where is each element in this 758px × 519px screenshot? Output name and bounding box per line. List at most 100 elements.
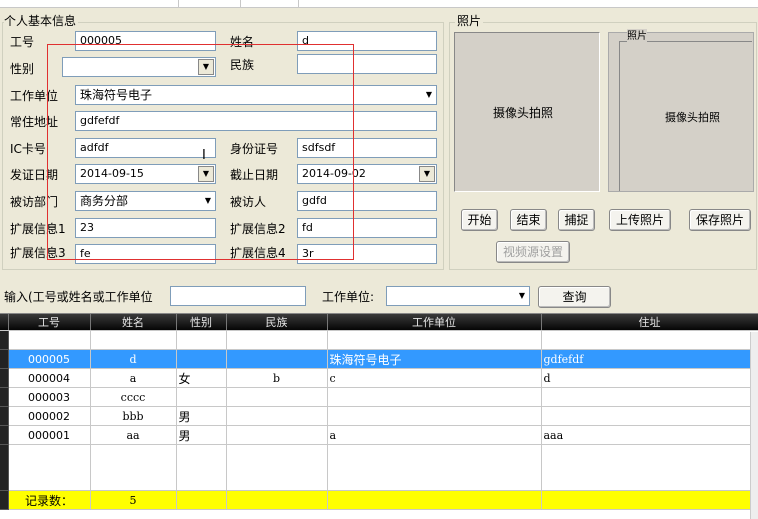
table-cell[interactable] <box>541 387 758 407</box>
info-group-title: 个人基本信息 <box>4 13 79 29</box>
record-count-value: 5 <box>90 490 177 510</box>
table-row-blank[interactable] <box>0 330 758 350</box>
vertical-scrollbar[interactable] <box>750 332 758 519</box>
save-photo-button[interactable]: 保存照片 <box>689 209 751 231</box>
row-header <box>0 490 9 510</box>
table-cell[interactable]: a <box>90 368 177 388</box>
table-cell <box>327 490 542 510</box>
table-cell[interactable] <box>541 330 758 350</box>
table-cell[interactable]: a <box>327 425 542 445</box>
table-cell[interactable] <box>176 330 227 350</box>
table-cell[interactable]: bbb <box>90 406 177 426</box>
row-header[interactable] <box>0 330 9 350</box>
table-header-row: 工号 姓名 性别 民族 工作单位 住址 <box>0 314 758 331</box>
capture-button[interactable]: 捕捉 <box>558 209 595 231</box>
annotation-box <box>47 44 354 260</box>
row-header <box>0 444 9 491</box>
row-header[interactable] <box>0 406 9 426</box>
column-header-name[interactable]: 姓名 <box>90 314 177 331</box>
table-cell[interactable]: aaa <box>541 425 758 445</box>
table-row[interactable]: 000002 bbb 男 <box>0 406 758 426</box>
table-cell[interactable]: b <box>226 368 328 388</box>
column-header-gender[interactable]: 性别 <box>176 314 227 331</box>
table-row[interactable]: 000003 cccc <box>0 387 758 407</box>
query-button[interactable]: 查询 <box>538 286 611 308</box>
column-header-workplace[interactable]: 工作单位 <box>327 314 542 331</box>
top-strip-divider <box>298 0 299 8</box>
column-header-ethnicity[interactable]: 民族 <box>226 314 328 331</box>
gender-label: 性别 <box>10 62 35 76</box>
table-cell[interactable] <box>90 330 177 350</box>
table-cell[interactable] <box>8 330 91 350</box>
table-cell <box>176 444 227 491</box>
column-header-emp-id[interactable]: 工号 <box>8 314 91 331</box>
upload-photo-button[interactable]: 上传照片 <box>609 209 671 231</box>
chevron-down-icon[interactable]: ▼ <box>519 287 525 305</box>
table-cell[interactable] <box>226 387 328 407</box>
table-cell[interactable] <box>176 387 227 407</box>
search-input[interactable] <box>170 286 306 306</box>
table-cell[interactable]: 男 <box>176 425 227 445</box>
top-strip-divider <box>240 0 241 8</box>
camera-view-label: 摄像头拍照 <box>493 106 554 120</box>
table-cell[interactable]: c <box>327 368 542 388</box>
stop-button[interactable]: 结束 <box>510 209 547 231</box>
table-cell[interactable]: gdfefdf <box>541 349 758 369</box>
table-cell[interactable]: cccc <box>90 387 177 407</box>
video-source-button[interactable]: 视频源设置 <box>496 241 570 263</box>
row-header[interactable] <box>0 368 9 388</box>
table-cell[interactable]: 000002 <box>8 406 91 426</box>
table-cell[interactable] <box>327 387 542 407</box>
table-row-empty <box>0 444 758 491</box>
table-cell[interactable] <box>327 406 542 426</box>
table-cell[interactable] <box>226 425 328 445</box>
top-strip-divider <box>178 0 179 8</box>
ic-card-label: IC卡号 <box>10 142 46 156</box>
emp-id-label: 工号 <box>10 35 35 49</box>
table-cell[interactable] <box>176 349 227 369</box>
table-cell[interactable]: 女 <box>176 368 227 388</box>
table-cell[interactable]: 000004 <box>8 368 91 388</box>
workplace-filter-select[interactable]: ▼ <box>386 286 530 306</box>
table-cell[interactable] <box>226 330 328 350</box>
table-cell[interactable] <box>226 349 328 369</box>
table-row[interactable]: 000001 aa 男 a aaa <box>0 425 758 445</box>
table-cell[interactable]: d <box>90 349 177 369</box>
table-cell <box>327 444 542 491</box>
table-cell <box>90 444 177 491</box>
table-cell <box>541 490 758 510</box>
photo-preview-title: 照片 <box>627 29 647 45</box>
row-header-corner <box>0 314 9 331</box>
table-cell[interactable]: 000005 <box>8 349 91 369</box>
table-cell[interactable]: d <box>541 368 758 388</box>
table-cell <box>8 444 91 491</box>
table-cell[interactable] <box>541 406 758 426</box>
table-row-selected[interactable]: 000005 d 珠海符号电子 gdfefdf <box>0 349 758 369</box>
records-table: 工号 姓名 性别 民族 工作单位 住址 000005 d 珠海符号电子 gdfe… <box>0 314 758 510</box>
table-cell[interactable]: 男 <box>176 406 227 426</box>
table-cell[interactable]: 000003 <box>8 387 91 407</box>
record-count-label: 记录数： <box>8 490 91 510</box>
data-grid: 工号 姓名 性别 民族 工作单位 住址 000005 d 珠海符号电子 gdfe… <box>0 313 758 519</box>
start-button[interactable]: 开始 <box>461 209 498 231</box>
camera-view: 摄像头拍照 <box>454 32 600 192</box>
table-cell <box>226 444 328 491</box>
column-header-address[interactable]: 住址 <box>541 314 758 331</box>
table-footer-row: 记录数： 5 <box>0 490 758 510</box>
table-row[interactable]: 000004 a 女 b c d <box>0 368 758 388</box>
table-cell <box>176 490 227 510</box>
chevron-down-icon[interactable]: ▼ <box>419 166 435 182</box>
row-header[interactable] <box>0 349 9 369</box>
table-cell[interactable]: aa <box>90 425 177 445</box>
table-cell[interactable]: 000001 <box>8 425 91 445</box>
top-strip <box>0 0 758 8</box>
table-cell <box>226 490 328 510</box>
table-cell[interactable] <box>226 406 328 426</box>
table-cell <box>541 444 758 491</box>
row-header[interactable] <box>0 425 9 445</box>
chevron-down-icon[interactable]: ▼ <box>426 86 432 104</box>
table-cell[interactable]: 珠海符号电子 <box>327 349 542 369</box>
row-header[interactable] <box>0 387 9 407</box>
photo-preview-label: 摄像头拍照 <box>665 111 720 124</box>
table-cell[interactable] <box>327 330 542 350</box>
